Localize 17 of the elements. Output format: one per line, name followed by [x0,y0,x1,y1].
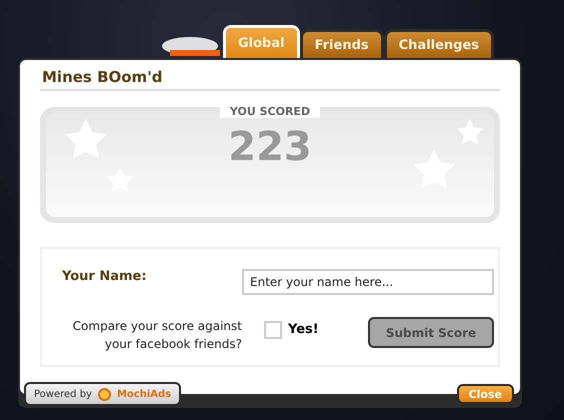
score-label: YOU SCORED [220,105,320,118]
checkbox[interactable] [264,321,282,339]
tab[interactable]: Global [226,28,297,58]
name-input[interactable]: Enter your name here... [242,269,494,295]
tab[interactable]: Challenges [386,32,492,58]
circle-logo-icon [98,388,111,400]
glow-drawing [160,36,220,58]
brand-name: MochiAds [116,388,172,400]
compare-text: Compare your score against your facebook friends? [72,318,242,353]
tab[interactable]: Friends [302,32,381,58]
game-title: Mines BOom'd [40,68,500,91]
checkbox-label: Yes! [288,322,319,337]
score-value: 223 [228,124,312,170]
close-button[interactable]: Close [456,384,514,404]
powered-by-text: Powered by [34,388,92,400]
name-label: Your Name: [62,269,148,286]
powered-by-badge[interactable]: Powered by MochiAds [24,382,182,406]
